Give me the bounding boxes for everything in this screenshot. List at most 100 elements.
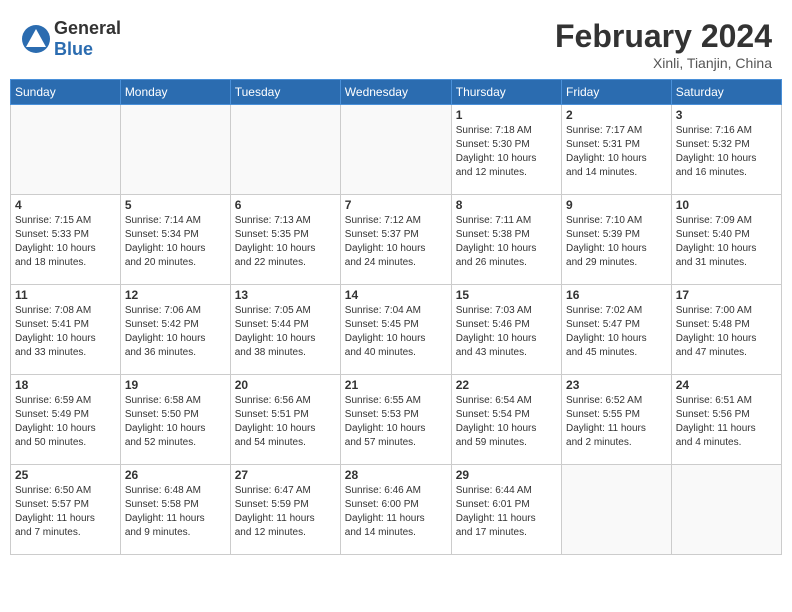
month-title: February 2024 [555,18,772,55]
calendar-cell [671,465,781,555]
day-number: 25 [15,468,116,482]
cell-daylight-info: Sunrise: 7:17 AM Sunset: 5:31 PM Dayligh… [566,124,667,180]
calendar-cell: 22 Sunrise: 6:54 AM Sunset: 5:54 PM Dayli… [451,375,561,465]
weekday-header-row: SundayMondayTuesdayWednesdayThursdayFrid… [11,80,782,105]
cell-daylight-info: Sunrise: 6:55 AM Sunset: 5:53 PM Dayligh… [345,394,447,450]
calendar-cell: 6 Sunrise: 7:13 AM Sunset: 5:35 PM Daylig… [230,195,340,285]
cell-daylight-info: Sunrise: 7:09 AM Sunset: 5:40 PM Dayligh… [676,214,777,270]
calendar-cell: 20 Sunrise: 6:56 AM Sunset: 5:51 PM Dayli… [230,375,340,465]
calendar-cell: 15 Sunrise: 7:03 AM Sunset: 5:46 PM Dayli… [451,285,561,375]
cell-daylight-info: Sunrise: 6:56 AM Sunset: 5:51 PM Dayligh… [235,394,336,450]
cell-daylight-info: Sunrise: 7:18 AM Sunset: 5:30 PM Dayligh… [456,124,557,180]
calendar-table: SundayMondayTuesdayWednesdayThursdayFrid… [10,79,782,555]
day-number: 19 [125,378,226,392]
calendar-cell: 1 Sunrise: 7:18 AM Sunset: 5:30 PM Daylig… [451,105,561,195]
day-number: 27 [235,468,336,482]
calendar-cell: 8Sunrise: 7:11 AM Sunset: 5:38 PM Daylig… [451,195,561,285]
day-number: 13 [235,288,336,302]
cell-daylight-info: Sunrise: 7:00 AM Sunset: 5:48 PM Dayligh… [676,304,777,360]
day-number: 24 [676,378,777,392]
location: Xinli, Tianjin, China [555,55,772,71]
day-number: 17 [676,288,777,302]
logo-blue: Blue [54,39,93,59]
cell-daylight-info: Sunrise: 7:02 AM Sunset: 5:47 PM Dayligh… [566,304,667,360]
day-number: 21 [345,378,447,392]
calendar-cell: 12 Sunrise: 7:06 AM Sunset: 5:42 PM Dayli… [120,285,230,375]
cell-daylight-info: Sunrise: 6:59 AM Sunset: 5:49 PM Dayligh… [15,394,116,450]
calendar-cell: 24 Sunrise: 6:51 AM Sunset: 5:56 PM Dayli… [671,375,781,465]
day-number: 9 [566,198,667,212]
cell-daylight-info: Sunrise: 7:05 AM Sunset: 5:44 PM Dayligh… [235,304,336,360]
calendar-week-1: 1 Sunrise: 7:18 AM Sunset: 5:30 PM Daylig… [11,105,782,195]
cell-daylight-info: Sunrise: 7:04 AM Sunset: 5:45 PM Dayligh… [345,304,447,360]
calendar-cell: 7Sunrise: 7:12 AM Sunset: 5:37 PM Daylig… [340,195,451,285]
page-header: General Blue February 2024 Xinli, Tianji… [10,10,782,75]
day-number: 23 [566,378,667,392]
calendar-cell: 29Sunrise: 6:44 AM Sunset: 6:01 PM Dayli… [451,465,561,555]
weekday-header-friday: Friday [562,80,672,105]
calendar-week-3: 11 Sunrise: 7:08 AM Sunset: 5:41 PM Dayli… [11,285,782,375]
day-number: 26 [125,468,226,482]
calendar-cell: 18 Sunrise: 6:59 AM Sunset: 5:49 PM Dayli… [11,375,121,465]
day-number: 8 [456,198,557,212]
logo-general: General [54,18,121,38]
weekday-header-thursday: Thursday [451,80,561,105]
cell-daylight-info: Sunrise: 7:15 AM Sunset: 5:33 PM Dayligh… [15,214,116,270]
calendar-cell: 19 Sunrise: 6:58 AM Sunset: 5:50 PM Dayli… [120,375,230,465]
cell-daylight-info: Sunrise: 6:51 AM Sunset: 5:56 PM Dayligh… [676,394,777,450]
day-number: 1 [456,108,557,122]
cell-daylight-info: Sunrise: 6:52 AM Sunset: 5:55 PM Dayligh… [566,394,667,450]
calendar-cell: 2Sunrise: 7:17 AM Sunset: 5:31 PM Daylig… [562,105,672,195]
calendar-cell: 9 Sunrise: 7:10 AM Sunset: 5:39 PM Daylig… [562,195,672,285]
calendar-cell: 23 Sunrise: 6:52 AM Sunset: 5:55 PM Dayli… [562,375,672,465]
calendar-cell: 11 Sunrise: 7:08 AM Sunset: 5:41 PM Dayli… [11,285,121,375]
day-number: 3 [676,108,777,122]
cell-daylight-info: Sunrise: 6:50 AM Sunset: 5:57 PM Dayligh… [15,484,116,540]
calendar-cell [230,105,340,195]
cell-daylight-info: Sunrise: 7:13 AM Sunset: 5:35 PM Dayligh… [235,214,336,270]
cell-daylight-info: Sunrise: 7:16 AM Sunset: 5:32 PM Dayligh… [676,124,777,180]
cell-daylight-info: Sunrise: 6:47 AM Sunset: 5:59 PM Dayligh… [235,484,336,540]
day-number: 20 [235,378,336,392]
calendar-cell: 4Sunrise: 7:15 AM Sunset: 5:33 PM Daylig… [11,195,121,285]
day-number: 28 [345,468,447,482]
day-number: 11 [15,288,116,302]
calendar-cell: 10 Sunrise: 7:09 AM Sunset: 5:40 PM Dayli… [671,195,781,285]
day-number: 16 [566,288,667,302]
calendar-cell: 16 Sunrise: 7:02 AM Sunset: 5:47 PM Dayli… [562,285,672,375]
logo: General Blue [20,18,121,60]
calendar-body: 1 Sunrise: 7:18 AM Sunset: 5:30 PM Daylig… [11,105,782,555]
cell-daylight-info: Sunrise: 6:48 AM Sunset: 5:58 PM Dayligh… [125,484,226,540]
weekday-header-sunday: Sunday [11,80,121,105]
day-number: 22 [456,378,557,392]
cell-daylight-info: Sunrise: 7:06 AM Sunset: 5:42 PM Dayligh… [125,304,226,360]
cell-daylight-info: Sunrise: 6:44 AM Sunset: 6:01 PM Dayligh… [456,484,557,540]
cell-daylight-info: Sunrise: 7:03 AM Sunset: 5:46 PM Dayligh… [456,304,557,360]
day-number: 14 [345,288,447,302]
calendar-cell [340,105,451,195]
cell-daylight-info: Sunrise: 7:08 AM Sunset: 5:41 PM Dayligh… [15,304,116,360]
title-block: February 2024 Xinli, Tianjin, China [555,18,772,71]
day-number: 5 [125,198,226,212]
weekday-header-tuesday: Tuesday [230,80,340,105]
day-number: 10 [676,198,777,212]
calendar-cell [11,105,121,195]
weekday-header-saturday: Saturday [671,80,781,105]
calendar-cell: 27 Sunrise: 6:47 AM Sunset: 5:59 PM Dayli… [230,465,340,555]
calendar-week-2: 4Sunrise: 7:15 AM Sunset: 5:33 PM Daylig… [11,195,782,285]
cell-daylight-info: Sunrise: 6:54 AM Sunset: 5:54 PM Dayligh… [456,394,557,450]
day-number: 18 [15,378,116,392]
day-number: 15 [456,288,557,302]
weekday-header-monday: Monday [120,80,230,105]
cell-daylight-info: Sunrise: 7:12 AM Sunset: 5:37 PM Dayligh… [345,214,447,270]
cell-daylight-info: Sunrise: 7:10 AM Sunset: 5:39 PM Dayligh… [566,214,667,270]
logo-icon [20,23,52,55]
calendar-cell [120,105,230,195]
calendar-cell: 17 Sunrise: 7:00 AM Sunset: 5:48 PM Dayli… [671,285,781,375]
day-number: 6 [235,198,336,212]
calendar-week-4: 18 Sunrise: 6:59 AM Sunset: 5:49 PM Dayli… [11,375,782,465]
day-number: 12 [125,288,226,302]
cell-daylight-info: Sunrise: 6:58 AM Sunset: 5:50 PM Dayligh… [125,394,226,450]
calendar-cell: 26 Sunrise: 6:48 AM Sunset: 5:58 PM Dayli… [120,465,230,555]
calendar-cell: 5Sunrise: 7:14 AM Sunset: 5:34 PM Daylig… [120,195,230,285]
